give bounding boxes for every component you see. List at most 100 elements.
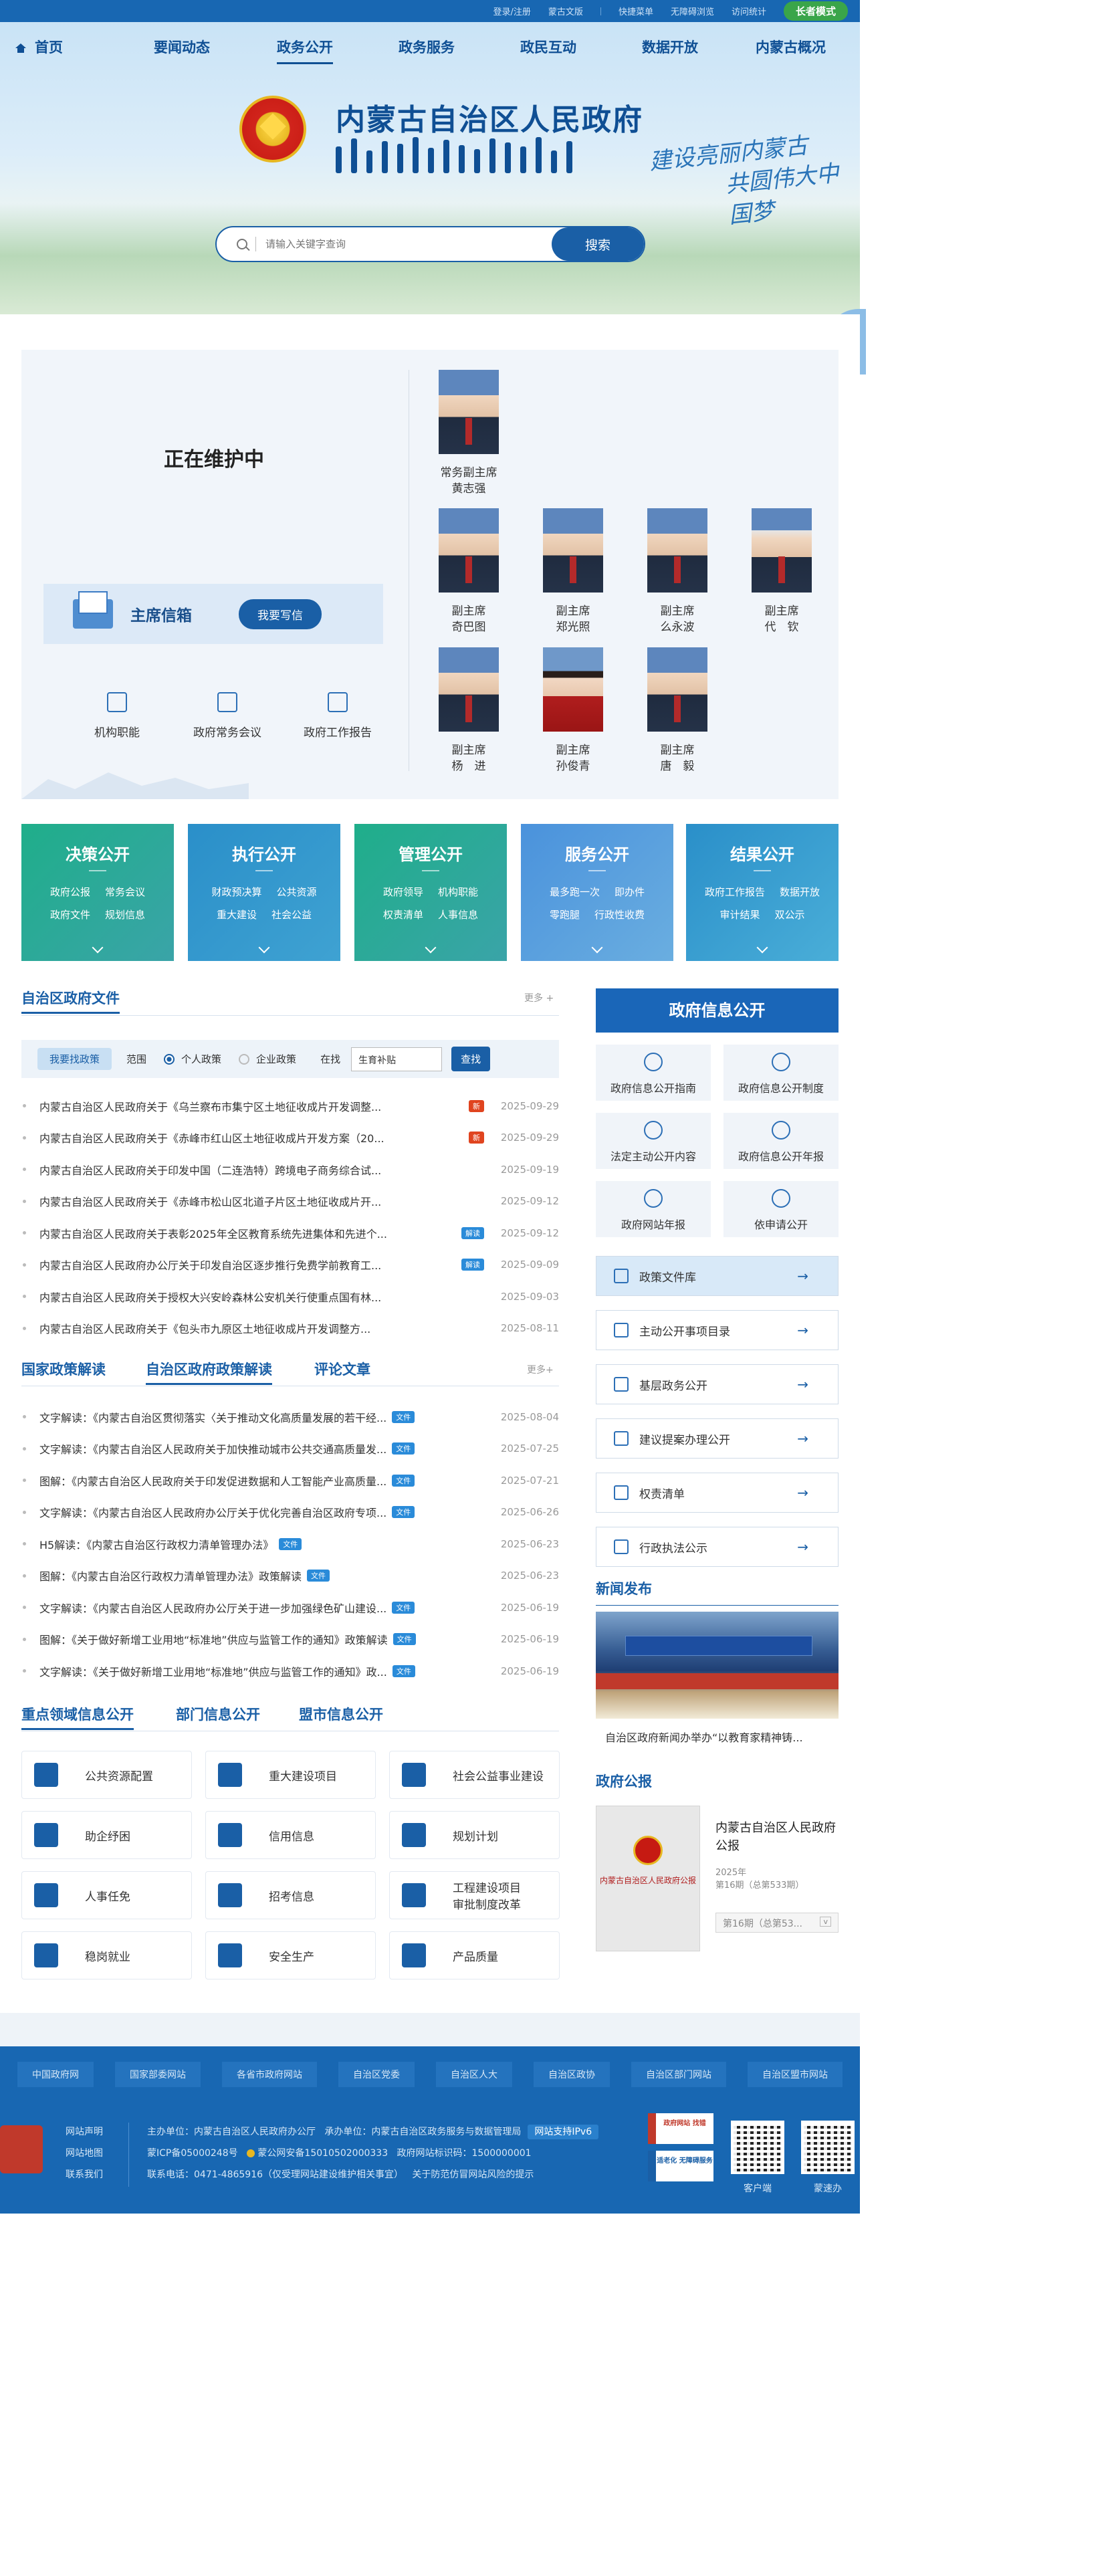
list-item[interactable]: 内蒙古自治区人民政府关于《乌兰察布市集宁区土地征收成片开发调整... 新 2025-… [21, 1090, 559, 1122]
gov-info-item[interactable]: 政府信息公开指南 [596, 1045, 711, 1101]
contact-link[interactable]: 联系我们 [66, 2164, 103, 2185]
list-item-title[interactable]: 图解：《关于做好新增工业用地“标准地”供应与监管工作的通知》政策解读 [39, 1631, 388, 1647]
accessibility-badge[interactable]: 适老化 无障碍服务 [648, 2151, 713, 2181]
list-item-title[interactable]: 文字解读：《内蒙古自治区贯彻落实〈关于推动文化高质量发展的若干经... [39, 1409, 386, 1425]
key-domain-label[interactable]: 稳岗就业 [85, 1947, 130, 1964]
accessibility-link[interactable]: 无障碍浏览 [671, 5, 714, 17]
quick-link-report[interactable]: 政府工作报告 [288, 692, 388, 740]
footer-link[interactable]: 自治区党委 [338, 2062, 415, 2087]
list-item-title[interactable]: H5解读：《内蒙古自治区行政权力清单管理办法》 [39, 1536, 273, 1552]
nav-item-news[interactable]: 要闻动态 [154, 37, 210, 57]
key-domain-label[interactable]: 人事任免 [85, 1887, 130, 1904]
tab-region-policy[interactable]: 自治区政府政策解读 [146, 1359, 272, 1385]
gov-info-link[interactable]: 建议提案办理公开 → [596, 1418, 839, 1459]
gov-info-label[interactable]: 政府信息公开制度 [738, 1082, 824, 1095]
key-domain-label[interactable]: 产品质量 [453, 1947, 498, 1964]
card-service[interactable]: 服务公开 最多跑一次 即办件 零跑腿 行政性收费 [521, 824, 673, 961]
gov-info-link[interactable]: 行政执法公示 → [596, 1527, 839, 1567]
leader-card[interactable]: 副主席 么永波 [647, 508, 707, 635]
list-item[interactable]: H5解读：《内蒙古自治区行政权力清单管理办法》 文件 2025-06-23 [21, 1528, 559, 1560]
leader-card[interactable]: 副主席代 钦 [752, 508, 812, 635]
chevron-down-icon[interactable] [425, 942, 437, 954]
list-item-title[interactable]: 文字解读：《内蒙古自治区人民政府办公厅关于进一步加强绿色矿山建设... [39, 1600, 386, 1616]
gazette-issue-select[interactable]: 第16期（总第53... v [715, 1913, 839, 1933]
quick-link-functions[interactable]: 机构职能 [67, 692, 167, 740]
card-execution[interactable]: 执行公开 财政预决算 公共资源 重大建设 社会公益 [188, 824, 340, 961]
list-item[interactable]: 内蒙古自治区人民政府关于《赤峰市松山区北道子片区土地征收成片开... 2025-0… [21, 1186, 559, 1218]
search-button[interactable]: 搜索 [552, 227, 644, 261]
key-domain-item[interactable]: 稳岗就业 [21, 1931, 192, 1979]
chevron-down-icon[interactable] [756, 942, 768, 954]
sitemap-link[interactable]: 网站地图 [66, 2143, 103, 2164]
news-title[interactable]: 新闻发布 [596, 1578, 652, 1598]
card-management[interactable]: 管理公开 政府领导 机构职能 权责清单 人事信息 [354, 824, 507, 961]
tab-commentary[interactable]: 评论文章 [314, 1359, 370, 1379]
list-item-title[interactable]: 内蒙古自治区人民政府关于《赤峰市松山区北道子片区土地征收成片开... [39, 1193, 492, 1209]
chevron-down-icon[interactable] [92, 942, 104, 954]
list-item[interactable]: 内蒙古自治区人民政府关于《包头市九原区土地征收成片开发调整方... 2025-08… [21, 1313, 559, 1345]
footer-link[interactable]: 自治区部门网站 [631, 2062, 726, 2087]
gov-info-link[interactable]: 主动公开事项目录 → [596, 1310, 839, 1350]
list-item[interactable]: 文字解读：《关于做好新增工业用地“标准地”供应与监管工作的通知》政... 文件 20… [21, 1655, 559, 1687]
key-domain-item[interactable]: 安全生产 [205, 1931, 376, 1979]
icp-link[interactable]: 蒙ICP备05000248号 [147, 2148, 238, 2159]
radio-enterprise[interactable] [239, 1053, 250, 1065]
key-domain-label[interactable]: 规划计划 [453, 1827, 498, 1844]
key-domain-item[interactable]: 社会公益事业建设 [389, 1751, 560, 1799]
footer-link[interactable]: 各省市政府网站 [222, 2062, 317, 2087]
radio-personal-label[interactable]: 个人政策 [181, 1052, 221, 1066]
list-item[interactable]: 内蒙古自治区人民政府办公厅关于印发自治区逐步推行免费学前教育工... 解读 2025… [21, 1249, 559, 1281]
gov-info-label[interactable]: 政府信息公开指南 [610, 1082, 696, 1095]
quick-link-meetings[interactable]: 政府常务会议 [177, 692, 277, 740]
list-item-title[interactable]: 内蒙古自治区人民政府关于《赤峰市红山区土地征收成片开发方案（20... [39, 1130, 463, 1146]
list-item[interactable]: 文字解读：《内蒙古自治区人民政府办公厅关于进一步加强绿色矿山建设... 文件 202… [21, 1592, 559, 1624]
elder-mode-button[interactable]: 长者模式 [783, 1, 848, 21]
key-domain-item[interactable]: 产品质量 [389, 1931, 560, 1979]
key-domain-item[interactable]: 规划计划 [389, 1811, 560, 1859]
policy-select[interactable]: 生育补贴 [351, 1047, 443, 1071]
list-item[interactable]: 图解：《内蒙古自治区行政权力清单管理办法》政策解读 文件 2025-06-23 [21, 1560, 559, 1592]
key-domain-label[interactable]: 社会公益事业建设 [453, 1767, 544, 1784]
tab-key-domain[interactable]: 重点领域信息公开 [21, 1704, 134, 1730]
list-item-title[interactable]: 文字解读：《内蒙古自治区人民政府关于加快推动城市公共交通高质量发... [39, 1440, 386, 1457]
list-item-title[interactable]: 文字解读：《关于做好新增工业用地“标准地”供应与监管工作的通知》政... [39, 1663, 387, 1679]
gov-info-link-label[interactable]: 政策文件库 [639, 1268, 696, 1285]
nav-item-gov-affairs[interactable]: 政务公开 [277, 37, 333, 64]
find-error-badge[interactable]: 政府网站 找错 [648, 2113, 713, 2144]
leader-card[interactable]: 副主席 孙俊青 [543, 647, 603, 774]
nav-item-open-data[interactable]: 数据开放 [642, 37, 698, 57]
list-item[interactable]: 内蒙古自治区人民政府关于《赤峰市红山区土地征收成片开发方案（20... 新 2025… [21, 1122, 559, 1154]
card-result[interactable]: 结果公开 政府工作报告 数据开放 审计结果 双公示 [686, 824, 839, 961]
stats-link[interactable]: 访问统计 [732, 5, 766, 17]
list-item-title[interactable]: 内蒙古自治区人民政府关于授权大兴安岭森林公安机关行使重点国有林... [39, 1289, 492, 1305]
list-item-title[interactable]: 内蒙古自治区人民政府关于印发中国（二连浩特）跨境电子商务综合试... [39, 1162, 492, 1178]
list-item-title[interactable]: 图解：《内蒙古自治区人民政府关于印发促进数据和人工智能产业高质量... [39, 1473, 386, 1489]
more-link[interactable]: 更多 + [524, 991, 554, 1004]
list-item[interactable]: 文字解读：《内蒙古自治区人民政府办公厅关于优化完善自治区政府专项... 文件 202… [21, 1497, 559, 1529]
fraud-notice-link[interactable]: 关于防范仿冒网站风险的提示 [412, 2169, 534, 2180]
more-link[interactable]: 更多+ [527, 1363, 554, 1376]
footer-link[interactable]: 自治区政协 [534, 2062, 610, 2087]
find-button[interactable]: 查找 [451, 1047, 491, 1071]
list-item[interactable]: 文字解读：《内蒙古自治区贯彻落实〈关于推动文化高质量发展的若干经... 文件 202… [21, 1401, 559, 1433]
write-letter-button[interactable]: 我要写信 [239, 599, 322, 629]
key-domain-item[interactable]: 重大建设项目 [205, 1751, 376, 1799]
news-caption[interactable]: 自治区政府新闻办举办“以教育家精神铸... [605, 1729, 803, 1745]
chevron-down-icon[interactable] [258, 942, 270, 954]
leader-card[interactable]: 副主席 郑光照 [543, 508, 603, 635]
login-link[interactable]: 登录/注册 [493, 5, 531, 17]
list-item[interactable]: 内蒙古自治区人民政府关于授权大兴安岭森林公安机关行使重点国有林... 2025-0… [21, 1281, 559, 1313]
tab-national-policy[interactable]: 国家政策解读 [21, 1359, 106, 1379]
gazette-name[interactable]: 内蒙古自治区人民政府公报 [715, 1819, 843, 1855]
nav-item-home[interactable]: 首页 [15, 37, 63, 57]
gov-info-link-label[interactable]: 主动公开事项目录 [639, 1322, 730, 1339]
key-domain-item[interactable]: 工程建设项目 审批制度改革 [389, 1871, 560, 1919]
footer-link[interactable]: 自治区盟市网站 [748, 2062, 843, 2087]
leader-card[interactable]: 副主席 奇巴图 [439, 508, 499, 635]
gov-info-item[interactable]: 政府网站年报 [596, 1181, 711, 1237]
gov-info-label[interactable]: 政府信息公开年报 [738, 1150, 824, 1163]
tab-department[interactable]: 部门信息公开 [176, 1704, 260, 1724]
list-item[interactable]: 图解：《内蒙古自治区人民政府关于印发促进数据和人工智能产业高质量... 文件 202… [21, 1465, 559, 1497]
gov-info-link[interactable]: 基层政务公开 → [596, 1364, 839, 1404]
key-domain-label[interactable]: 招考信息 [269, 1887, 314, 1904]
